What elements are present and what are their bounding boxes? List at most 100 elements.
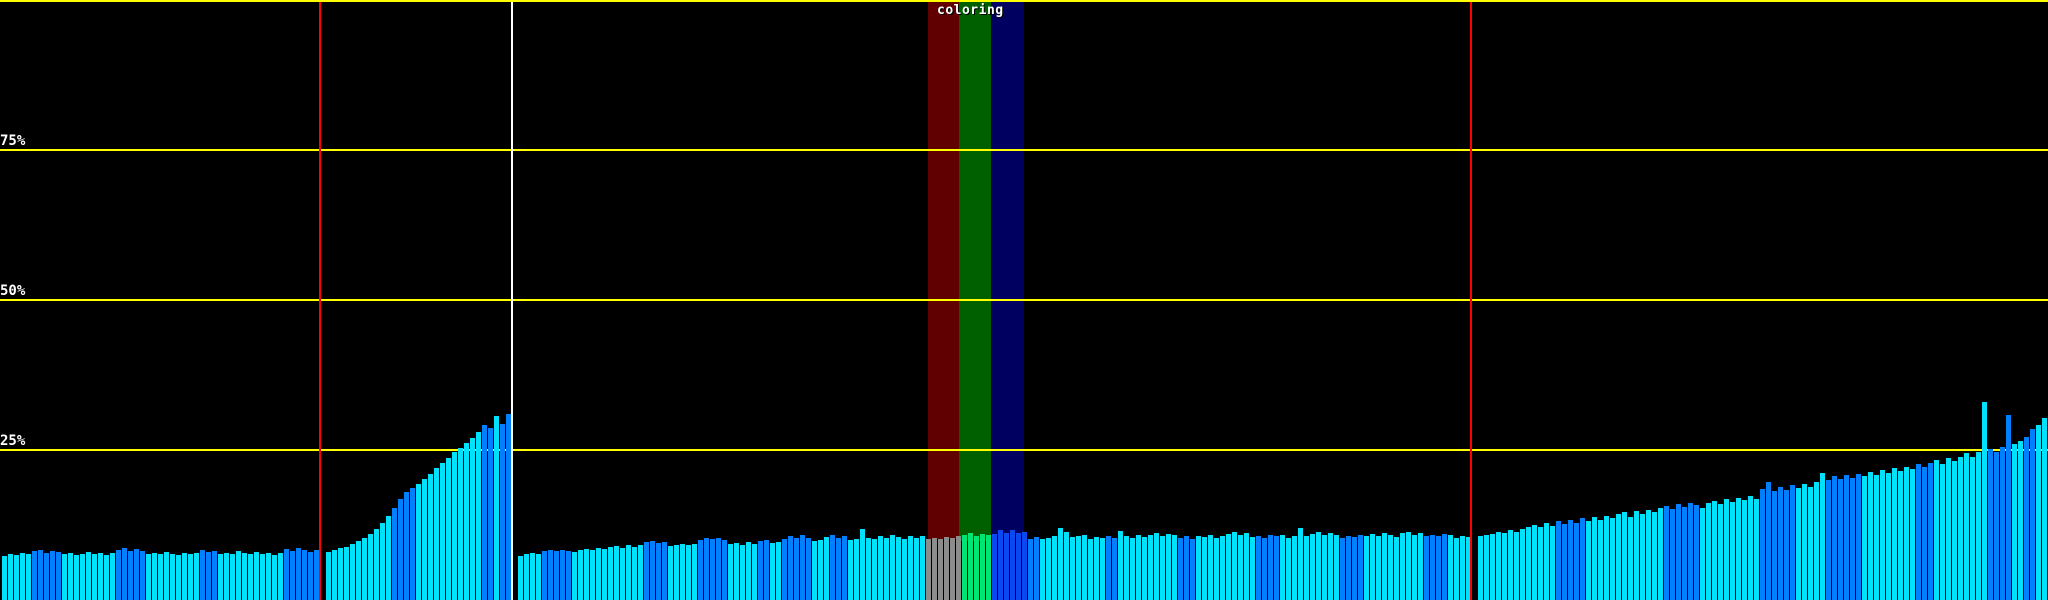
bar	[1544, 523, 1549, 600]
bar	[1394, 537, 1399, 600]
bar	[1568, 520, 1573, 600]
bar	[368, 534, 373, 600]
bar	[836, 538, 841, 600]
bar	[26, 554, 31, 600]
bar	[284, 549, 289, 600]
bar	[1724, 499, 1729, 600]
bar	[1430, 535, 1435, 600]
bar	[1406, 532, 1411, 600]
bar	[1262, 538, 1267, 600]
bar	[1082, 535, 1087, 600]
bar	[992, 534, 997, 600]
bar	[1802, 484, 1807, 600]
performance-graph-canvas: 75% 50% 25% coloring	[0, 0, 2048, 600]
bar	[110, 553, 115, 600]
bar	[68, 553, 73, 600]
bar	[1112, 538, 1117, 600]
bar	[1028, 539, 1033, 600]
bar	[1976, 452, 1981, 600]
bar	[824, 537, 829, 600]
bar	[1964, 453, 1969, 600]
bar	[704, 538, 709, 600]
bar	[86, 552, 91, 600]
bar	[1388, 535, 1393, 600]
bar	[1526, 527, 1531, 600]
bar	[1874, 475, 1879, 600]
bar	[1868, 472, 1873, 600]
bar	[974, 536, 979, 600]
bar	[386, 516, 391, 600]
y-axis-label-50: 50%	[0, 283, 26, 299]
bar	[1862, 476, 1867, 600]
bar	[1514, 532, 1519, 600]
bar	[1400, 533, 1405, 600]
bar	[140, 551, 145, 600]
bar	[1490, 534, 1495, 600]
bar	[620, 548, 625, 600]
bar	[1370, 534, 1375, 600]
bar	[1916, 464, 1921, 600]
bar	[518, 556, 523, 600]
bar	[1580, 518, 1585, 600]
bar	[50, 551, 55, 600]
bar	[1682, 507, 1687, 600]
bar	[1850, 478, 1855, 600]
bar	[278, 553, 283, 600]
bar	[1358, 535, 1363, 600]
bar	[38, 550, 43, 600]
bar	[1748, 496, 1753, 600]
bar	[254, 552, 259, 600]
bar	[1142, 537, 1147, 600]
bar	[1286, 538, 1291, 600]
bar	[890, 535, 895, 600]
bar	[1022, 532, 1027, 600]
bar	[1988, 449, 1993, 600]
bar	[92, 554, 97, 600]
bar	[458, 448, 463, 600]
bar	[1832, 476, 1837, 600]
bar	[1634, 511, 1639, 600]
bar	[2018, 441, 2023, 600]
coloring-green	[959, 2, 991, 541]
bar	[1274, 536, 1279, 600]
bar	[596, 548, 601, 600]
bar	[1208, 535, 1213, 600]
bar	[1952, 461, 1957, 600]
bar	[1280, 535, 1285, 600]
bar	[578, 550, 583, 600]
bar	[272, 555, 277, 600]
bar	[866, 538, 871, 600]
bar	[164, 552, 169, 600]
bar	[1010, 530, 1015, 600]
bar	[674, 545, 679, 600]
bar	[404, 492, 409, 600]
bar	[800, 535, 805, 600]
bar	[206, 552, 211, 600]
bar	[1310, 534, 1315, 600]
bar	[572, 552, 577, 600]
bar	[194, 553, 199, 600]
bar	[812, 541, 817, 600]
bar	[1706, 503, 1711, 600]
bar	[212, 551, 217, 600]
bar	[1250, 537, 1255, 600]
bar	[650, 541, 655, 600]
bar	[1784, 490, 1789, 600]
bar	[248, 554, 253, 600]
bar	[122, 548, 127, 600]
bar	[1052, 536, 1057, 600]
bar	[104, 555, 109, 600]
bar	[614, 546, 619, 600]
bar	[260, 554, 265, 600]
bar	[956, 536, 961, 600]
bar	[1838, 479, 1843, 600]
bar	[1226, 534, 1231, 600]
bar	[200, 550, 205, 600]
bar	[740, 545, 745, 600]
bar	[1628, 517, 1633, 600]
bar	[1928, 463, 1933, 600]
bar	[644, 542, 649, 600]
bar	[362, 538, 367, 600]
bar	[1616, 514, 1621, 600]
bar	[1118, 531, 1123, 600]
